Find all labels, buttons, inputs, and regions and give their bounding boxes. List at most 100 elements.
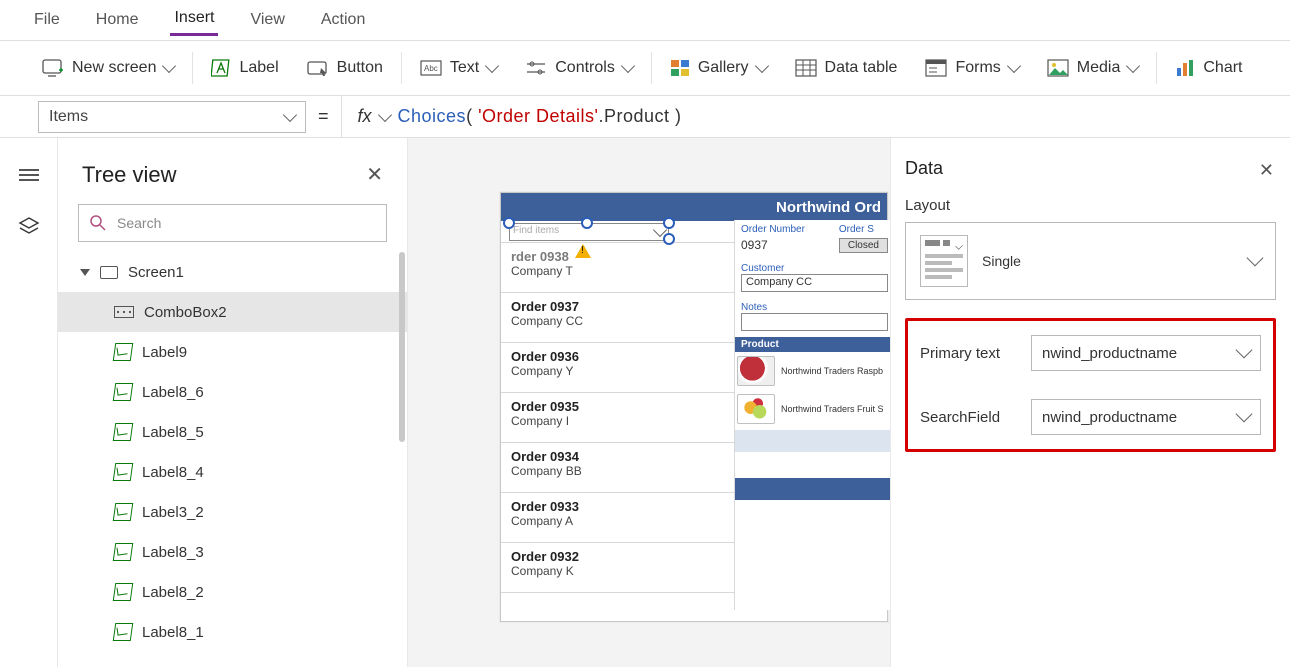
- screen-plus-icon: [42, 59, 64, 77]
- canvas[interactable]: Northwind Ord Find items x rder 0938 Com…: [408, 138, 890, 667]
- label-icon: [114, 503, 132, 521]
- separator: [192, 52, 193, 84]
- label-icon: [114, 343, 132, 361]
- tree-node-label: Label8_2: [142, 584, 204, 601]
- text-icon: Abc: [420, 60, 442, 76]
- layout-selector[interactable]: Single: [905, 222, 1276, 300]
- selection-handle[interactable]: [581, 217, 593, 229]
- tree-node[interactable]: Label8_6: [58, 372, 407, 412]
- menu-action[interactable]: Action: [317, 5, 369, 35]
- gallery-label: Gallery: [698, 59, 749, 77]
- separator: [1156, 52, 1157, 84]
- forms-label: Forms: [955, 59, 1000, 77]
- tree-scroll[interactable]: Screen1 ComboBox2 Label9 Label8_6 Label8…: [58, 252, 407, 667]
- forms-icon: [925, 59, 947, 77]
- main-area: Tree view ✕ Search Screen1 ComboBox2 Lab…: [0, 138, 1290, 667]
- tree-node-combobox2[interactable]: ComboBox2: [58, 292, 407, 332]
- formula-text: Choices( 'Order Details'.Product ): [398, 106, 682, 127]
- product-row[interactable]: Northwind Traders Raspb: [735, 352, 890, 390]
- field-label: Order S: [839, 224, 888, 235]
- chart-button[interactable]: Chart: [1161, 41, 1256, 95]
- chevron-down-icon: [621, 59, 635, 73]
- chevron-down-icon: [162, 59, 176, 73]
- label-button[interactable]: Label: [197, 41, 292, 95]
- search-input[interactable]: Search: [78, 204, 387, 242]
- button-button[interactable]: Button: [293, 41, 397, 95]
- tree-node[interactable]: Label9: [58, 332, 407, 372]
- media-icon: [1047, 59, 1069, 77]
- text-label: Text: [450, 59, 479, 77]
- primary-text-selector[interactable]: nwind_productname: [1031, 335, 1261, 371]
- tree-node[interactable]: Label8_4: [58, 452, 407, 492]
- controls-button[interactable]: Controls: [511, 41, 647, 95]
- tree-node-label: Label8_3: [142, 544, 204, 561]
- menu-home[interactable]: Home: [92, 5, 143, 35]
- property-selector[interactable]: Items: [38, 101, 306, 133]
- selection-handle[interactable]: [503, 217, 515, 229]
- layout-value: Single: [982, 253, 1021, 269]
- spacer: [735, 430, 890, 452]
- tree-node[interactable]: Label3_2: [58, 492, 407, 532]
- search-icon: [89, 214, 107, 232]
- search-field-selector[interactable]: nwind_productname: [1031, 399, 1261, 435]
- field-label: Customer: [741, 263, 888, 274]
- close-icon[interactable]: ✕: [366, 165, 383, 185]
- chart-label: Chart: [1203, 59, 1242, 77]
- product-thumb: [737, 394, 775, 424]
- formula-input[interactable]: fx Choices( 'Order Details'.Product ): [341, 96, 682, 137]
- search-placeholder: Search: [117, 215, 161, 231]
- product-header: Product: [735, 337, 890, 352]
- tree-node-label: Screen1: [128, 264, 184, 281]
- data-pane: Data ✕ Layout Single Primary text nwind_…: [890, 138, 1290, 667]
- tree-view-panel: Tree view ✕ Search Screen1 ComboBox2 Lab…: [58, 138, 408, 667]
- equals-sign: =: [318, 106, 329, 127]
- order-number-value: 0937: [741, 235, 768, 252]
- new-screen-button[interactable]: New screen: [28, 41, 188, 95]
- tree-node[interactable]: Label8_5: [58, 412, 407, 452]
- search-field-value: nwind_productname: [1042, 409, 1177, 426]
- formula-bar: Items = fx Choices( 'Order Details'.Prod…: [0, 96, 1290, 138]
- order-status-value: Closed: [839, 238, 888, 253]
- primary-text-label: Primary text: [920, 345, 1000, 362]
- tree-node-label: Label9: [142, 344, 187, 361]
- primary-text-value: nwind_productname: [1042, 345, 1177, 362]
- tree-node-label: Label8_1: [142, 624, 204, 641]
- tree-node-screen1[interactable]: Screen1: [58, 252, 407, 292]
- ribbon: New screen Label Button Abc Text Control…: [0, 40, 1290, 96]
- media-button[interactable]: Media: [1033, 41, 1153, 95]
- data-pane-title: Data: [905, 158, 1276, 179]
- menu-file[interactable]: File: [30, 5, 64, 35]
- product-row[interactable]: Northwind Traders Fruit S: [735, 390, 890, 428]
- text-button[interactable]: Abc Text: [406, 41, 511, 95]
- label-icon: [114, 383, 132, 401]
- layers-icon[interactable]: [18, 216, 40, 236]
- notes-field[interactable]: [741, 313, 888, 331]
- menu-bar: File Home Insert View Action: [0, 0, 1290, 40]
- warning-icon: [575, 244, 591, 258]
- field-label: Order Number: [741, 224, 829, 235]
- chevron-down-icon: [1236, 342, 1253, 359]
- svg-text:Abc: Abc: [424, 64, 438, 73]
- label-icon: [114, 423, 132, 441]
- datatable-icon: [795, 59, 817, 77]
- customer-field[interactable]: Company CC: [741, 274, 888, 292]
- chevron-down-icon: [754, 59, 768, 73]
- hamburger-icon[interactable]: [19, 166, 39, 184]
- datatable-button[interactable]: Data table: [781, 41, 912, 95]
- chevron-down-icon: [1236, 406, 1253, 423]
- property-selector-label: Items: [49, 108, 88, 126]
- tree-node[interactable]: Label8_2: [58, 572, 407, 612]
- menu-view[interactable]: View: [246, 5, 288, 35]
- label-icon: [114, 583, 132, 601]
- tree-node[interactable]: Label8_1: [58, 612, 407, 652]
- forms-button[interactable]: Forms: [911, 41, 1032, 95]
- close-icon[interactable]: ✕: [1259, 160, 1274, 181]
- gallery-button[interactable]: Gallery: [656, 41, 781, 95]
- menu-insert[interactable]: Insert: [170, 3, 218, 36]
- datatable-label: Data table: [825, 59, 898, 77]
- tree-node-label: Label8_5: [142, 424, 204, 441]
- label-icon: [114, 543, 132, 561]
- tree-node[interactable]: Label8_3: [58, 532, 407, 572]
- selection-handle[interactable]: [663, 217, 675, 229]
- controls-label: Controls: [555, 59, 615, 77]
